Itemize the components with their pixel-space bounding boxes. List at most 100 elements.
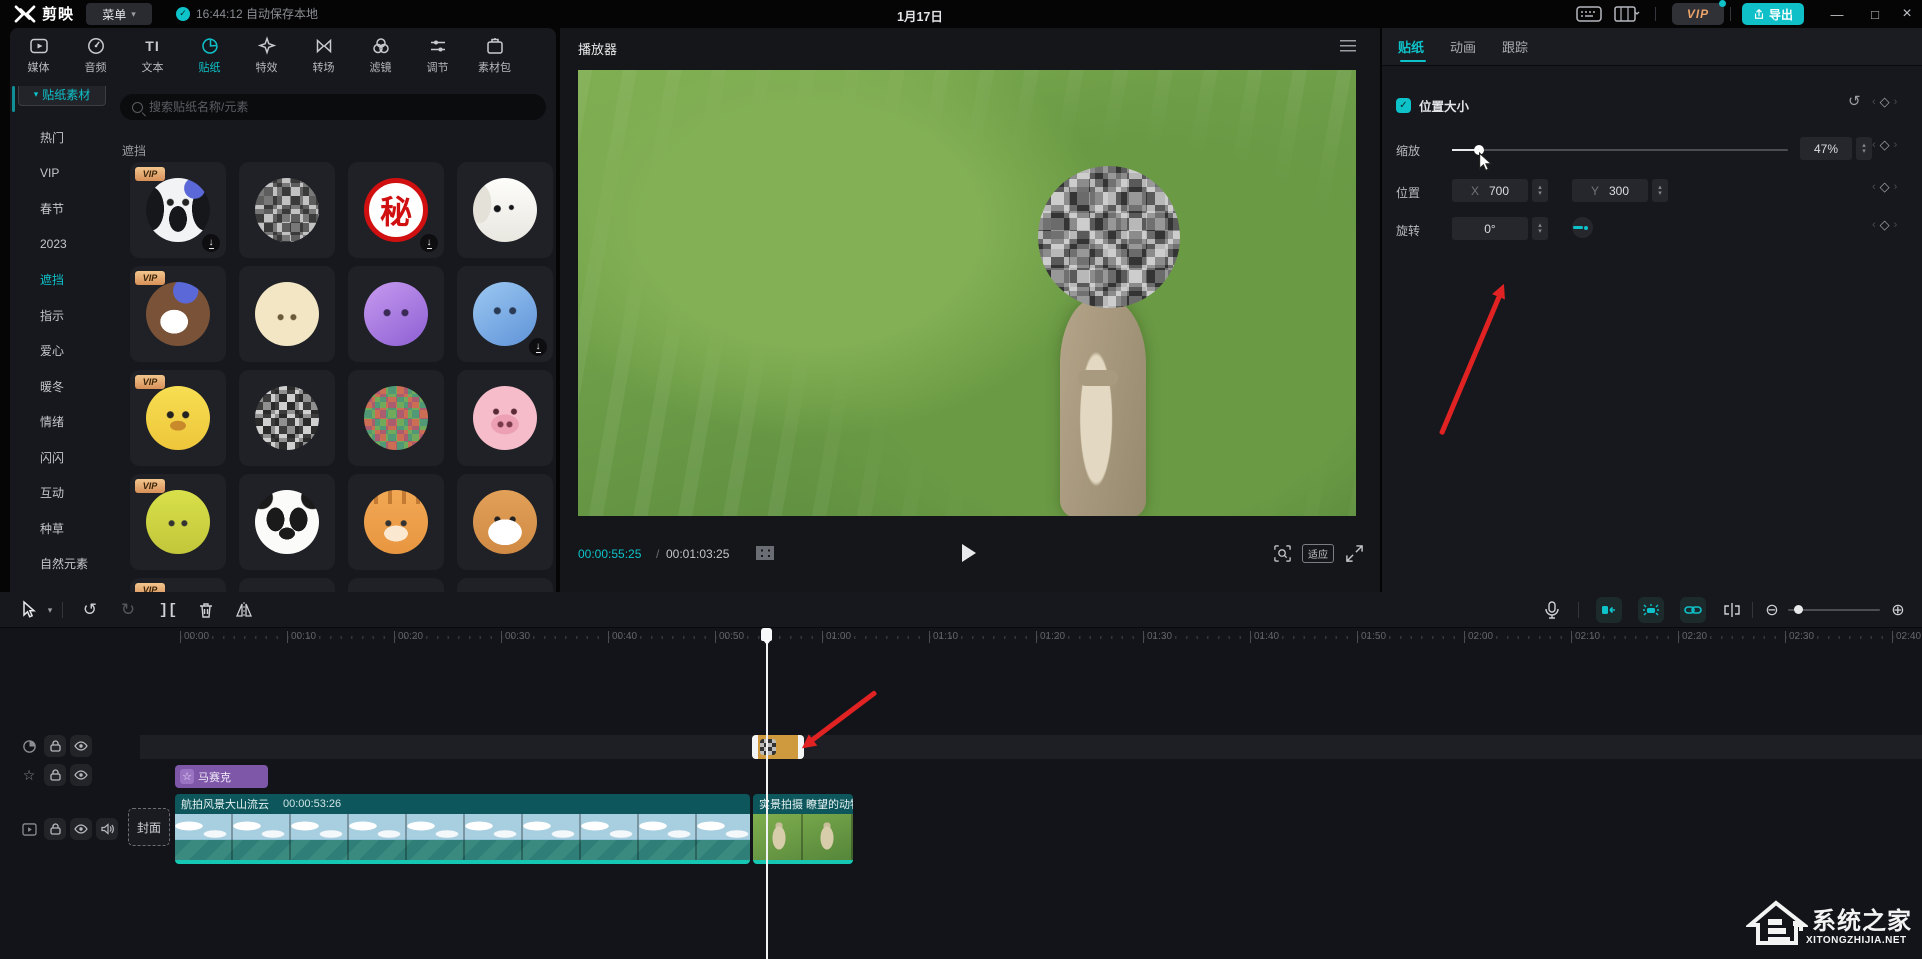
keyframe-diamond-icon[interactable]: ◇ bbox=[1880, 217, 1890, 233]
sticker-track-lock-button[interactable] bbox=[44, 735, 66, 757]
partial-sticker-1[interactable]: VIP bbox=[130, 578, 226, 592]
mosaic-overlay-sticker[interactable] bbox=[1038, 166, 1180, 308]
effect-track-lock-button[interactable] bbox=[44, 764, 66, 786]
reset-icon[interactable]: ↺ bbox=[1848, 92, 1861, 110]
playhead[interactable] bbox=[766, 628, 768, 959]
sticker-search-input[interactable] bbox=[149, 100, 509, 114]
effect-clip-mosaic[interactable]: ☆ 马赛克 bbox=[175, 765, 268, 788]
zoom-in-icon[interactable]: ⊕ bbox=[1888, 600, 1908, 620]
sidebar-item-爱心[interactable]: 爱心 bbox=[10, 333, 114, 369]
prev-keyframe-icon[interactable]: ‹ bbox=[1872, 181, 1876, 193]
color-mosaic-sticker[interactable] bbox=[348, 370, 444, 466]
layout-switch-icon[interactable] bbox=[1614, 5, 1640, 23]
sidebar-root-sticker-material[interactable]: ▾ 贴纸素材 bbox=[18, 86, 106, 106]
timeline-zoom-slider[interactable] bbox=[1788, 609, 1880, 611]
toolbar-item-媒体[interactable]: 媒体 bbox=[10, 28, 67, 86]
next-keyframe-icon[interactable]: › bbox=[1894, 219, 1898, 231]
next-keyframe-icon[interactable]: › bbox=[1894, 181, 1898, 193]
video-clip-1[interactable]: 航拍风景大山流云 00:00:53:26 bbox=[175, 794, 750, 864]
sidebar-item-自然元素[interactable]: 自然元素 bbox=[10, 546, 114, 582]
delete-icon[interactable] bbox=[196, 600, 216, 620]
sidebar-item-VIP[interactable]: VIP bbox=[10, 156, 114, 192]
timeline-ruler[interactable]: 00:0000:1000:2000:3000:4000:5001:0001:10… bbox=[0, 628, 1922, 648]
cover-button[interactable]: 封面 bbox=[128, 808, 170, 846]
toolbar-item-素材包[interactable]: 素材包 bbox=[466, 28, 523, 86]
vip-badge[interactable]: VIP bbox=[1672, 3, 1724, 25]
timeline-zoom-knob[interactable] bbox=[1794, 605, 1803, 614]
shiba-sticker[interactable] bbox=[457, 474, 553, 570]
fullscreen-icon[interactable] bbox=[1345, 544, 1364, 563]
video-track-visibility-button[interactable] bbox=[70, 818, 92, 840]
player-menu-icon[interactable] bbox=[1340, 40, 1356, 52]
toolbar-item-调节[interactable]: 调节 bbox=[409, 28, 466, 86]
inspector-tab-贴纸[interactable]: 贴纸 bbox=[1398, 28, 1424, 66]
magnetic-snap-toggle[interactable] bbox=[1638, 597, 1664, 623]
link-clips-toggle[interactable] bbox=[1680, 597, 1706, 623]
x-stepper[interactable]: ▴▾ bbox=[1532, 179, 1548, 202]
toolbar-item-文本[interactable]: TI文本 bbox=[124, 28, 181, 86]
effect-track-visibility-button[interactable] bbox=[70, 764, 92, 786]
yellow-blob-sticker[interactable]: VIP bbox=[130, 370, 226, 466]
maximize-button[interactable]: □ bbox=[1860, 0, 1890, 28]
position-size-checkbox[interactable]: ✓ bbox=[1396, 98, 1411, 113]
inspector-tab-动画[interactable]: 动画 bbox=[1450, 28, 1476, 66]
toolbar-item-转场[interactable]: 转场 bbox=[295, 28, 352, 86]
sidebar-item-种草[interactable]: 种草 bbox=[10, 511, 114, 547]
toolbar-item-特效[interactable]: 特效 bbox=[238, 28, 295, 86]
mosaic-circle-sticker[interactable] bbox=[239, 162, 335, 258]
video-preview-canvas[interactable] bbox=[578, 70, 1356, 516]
sidebar-item-互动[interactable]: 互动 bbox=[10, 475, 114, 511]
prev-keyframe-icon[interactable]: ‹ bbox=[1872, 139, 1876, 151]
select-tool-icon[interactable] bbox=[18, 600, 38, 620]
beret-dog-sticker[interactable]: VIP↓ bbox=[130, 162, 226, 258]
undo-icon[interactable]: ↺ bbox=[80, 600, 100, 620]
sticker-clip-selected[interactable] bbox=[752, 735, 804, 759]
prev-keyframe-icon[interactable]: ‹ bbox=[1872, 219, 1876, 231]
scale-slider[interactable] bbox=[1452, 149, 1788, 151]
select-tool-caret[interactable]: ▾ bbox=[40, 600, 60, 620]
sticker-track-visibility-button[interactable] bbox=[70, 735, 92, 757]
menu-button[interactable]: 菜单 ▾ bbox=[86, 3, 152, 25]
toolbar-item-音频[interactable]: 音频 bbox=[67, 28, 124, 86]
keyframe-diamond-icon[interactable]: ◇ bbox=[1880, 179, 1890, 195]
mirror-flip-icon[interactable] bbox=[234, 600, 254, 620]
redo-icon[interactable]: ↻ bbox=[118, 600, 138, 620]
white-dog-sticker[interactable] bbox=[457, 162, 553, 258]
sidebar-item-遮挡[interactable]: 遮挡 bbox=[10, 262, 114, 298]
panda-sticker[interactable] bbox=[239, 474, 335, 570]
sidebar-item-闪闪[interactable]: 闪闪 bbox=[10, 440, 114, 476]
partial-sticker-2[interactable] bbox=[239, 578, 335, 592]
video-track-mute-button[interactable] bbox=[96, 818, 118, 840]
rotate-value-field[interactable]: 0° bbox=[1452, 217, 1528, 240]
position-y-field[interactable]: Y 300 bbox=[1572, 179, 1648, 202]
sidebar-item-热门[interactable]: 热门 bbox=[10, 120, 114, 156]
next-keyframe-icon[interactable]: › bbox=[1894, 96, 1898, 108]
download-icon[interactable]: ↓ bbox=[202, 234, 220, 252]
purple-blob-sticker[interactable] bbox=[348, 266, 444, 362]
pink-pig-sticker[interactable] bbox=[457, 370, 553, 466]
blue-elephant-sticker[interactable]: ↓ bbox=[457, 266, 553, 362]
preview-axis-icon[interactable] bbox=[1722, 600, 1742, 620]
toolbar-item-贴纸[interactable]: 贴纸 bbox=[181, 28, 238, 86]
beret-puppy-sticker[interactable]: VIP bbox=[130, 266, 226, 362]
download-icon[interactable]: ↓ bbox=[420, 234, 438, 252]
position-x-field[interactable]: X 700 bbox=[1452, 179, 1528, 202]
keyboard-shortcuts-icon[interactable] bbox=[1576, 5, 1602, 23]
clip-left-handle[interactable] bbox=[752, 735, 758, 759]
sidebar-item-指示[interactable]: 指示 bbox=[10, 298, 114, 334]
toolbar-item-滤镜[interactable]: 滤镜 bbox=[352, 28, 409, 86]
sidebar-item-情绪[interactable]: 情绪 bbox=[10, 404, 114, 440]
sidebar-item-2023[interactable]: 2023 bbox=[10, 227, 114, 263]
video-track-lock-button[interactable] bbox=[44, 818, 66, 840]
record-voiceover-icon[interactable] bbox=[1542, 600, 1562, 620]
split-clip-icon[interactable]: ][ bbox=[158, 600, 178, 620]
frame-capture-icon[interactable] bbox=[1273, 544, 1292, 563]
zoom-out-icon[interactable]: ⊖ bbox=[1762, 600, 1782, 620]
auto-ripple-toggle[interactable] bbox=[1596, 597, 1622, 623]
rotate-dial[interactable] bbox=[1572, 217, 1593, 238]
y-stepper[interactable]: ▴▾ bbox=[1652, 179, 1668, 202]
cream-bunny-sticker[interactable] bbox=[239, 266, 335, 362]
sidebar-item-春节[interactable]: 春节 bbox=[10, 191, 114, 227]
inspector-tab-跟踪[interactable]: 跟踪 bbox=[1502, 28, 1528, 66]
close-button[interactable]: × bbox=[1892, 0, 1922, 28]
